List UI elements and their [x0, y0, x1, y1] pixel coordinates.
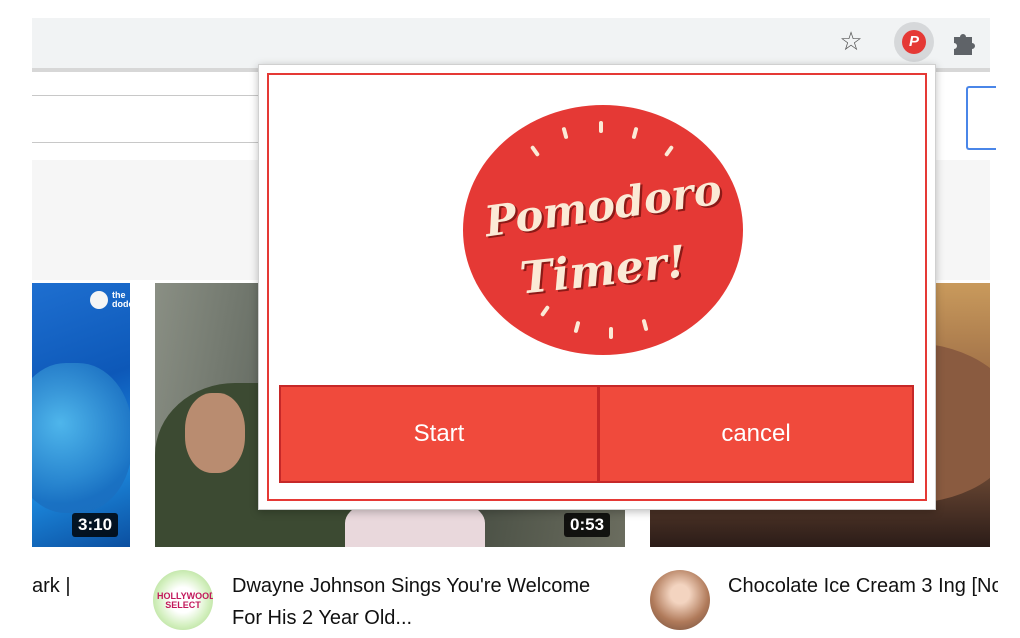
- spark-mark: [609, 327, 613, 339]
- channel-avatar[interactable]: [650, 570, 710, 630]
- dodo-bird-icon: [90, 291, 108, 309]
- thumbnail-face: [185, 393, 245, 473]
- puzzle-icon[interactable]: [948, 27, 980, 57]
- star-icon[interactable]: ☆: [836, 27, 866, 57]
- popup-frame: Pomodoro Timer! Start cancel: [267, 73, 927, 501]
- pomodoro-popup: Pomodoro Timer! Start cancel: [258, 64, 936, 510]
- search-button[interactable]: [966, 86, 996, 150]
- search-input[interactable]: [32, 95, 262, 143]
- pomodoro-extension-icon: P: [902, 30, 926, 54]
- video-title[interactable]: ark |: [32, 575, 71, 598]
- channel-avatar[interactable]: HOLLYWOOD SELECT: [153, 570, 213, 630]
- pomodoro-extension-button[interactable]: P: [894, 22, 934, 62]
- video-thumbnail[interactable]: the dodo: [32, 283, 130, 547]
- video-duration: 0:53: [564, 513, 611, 537]
- avatar-text: HOLLYWOOD SELECT: [157, 591, 213, 610]
- video-title[interactable]: Dwayne Johnson Sings You're Welcome For …: [232, 570, 592, 634]
- channel-logo: the dodo: [90, 291, 130, 315]
- spark-mark: [599, 121, 603, 133]
- video-title[interactable]: Chocolate Ice Cream 3 Ing [No Machine]: [728, 570, 998, 602]
- channel-logo-text: the dodo: [112, 290, 130, 309]
- start-button[interactable]: Start: [279, 385, 599, 483]
- video-duration: 3:10: [72, 513, 119, 537]
- cancel-button[interactable]: cancel: [598, 385, 914, 483]
- pomodoro-logo: Pomodoro Timer!: [463, 105, 743, 355]
- thumbnail-image: [32, 363, 130, 513]
